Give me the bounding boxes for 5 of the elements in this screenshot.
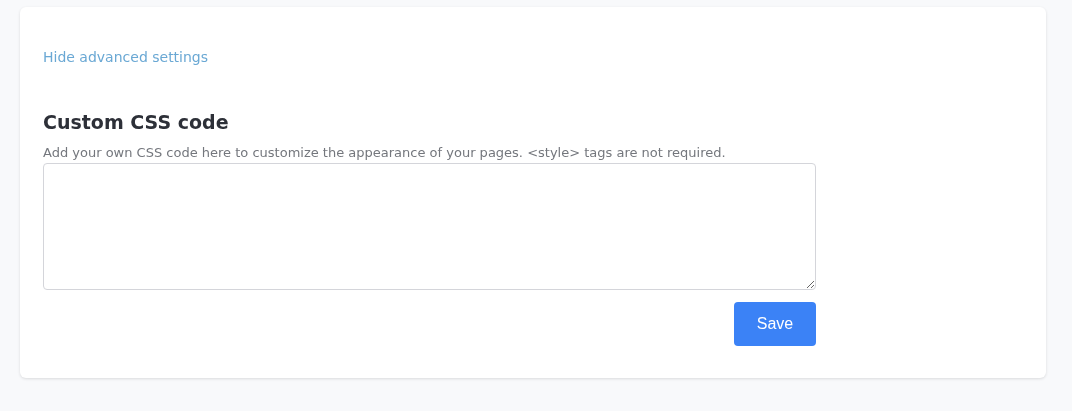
section-description: Add your own CSS code here to customize the appearance of your pages. <style> tags are not required.	[43, 145, 727, 160]
hide-advanced-settings-link[interactable]: Hide advanced settings	[43, 49, 209, 65]
save-button[interactable]: Save	[734, 302, 816, 346]
section-title: Custom CSS code	[43, 111, 230, 133]
css-code-field[interactable]	[43, 163, 816, 290]
